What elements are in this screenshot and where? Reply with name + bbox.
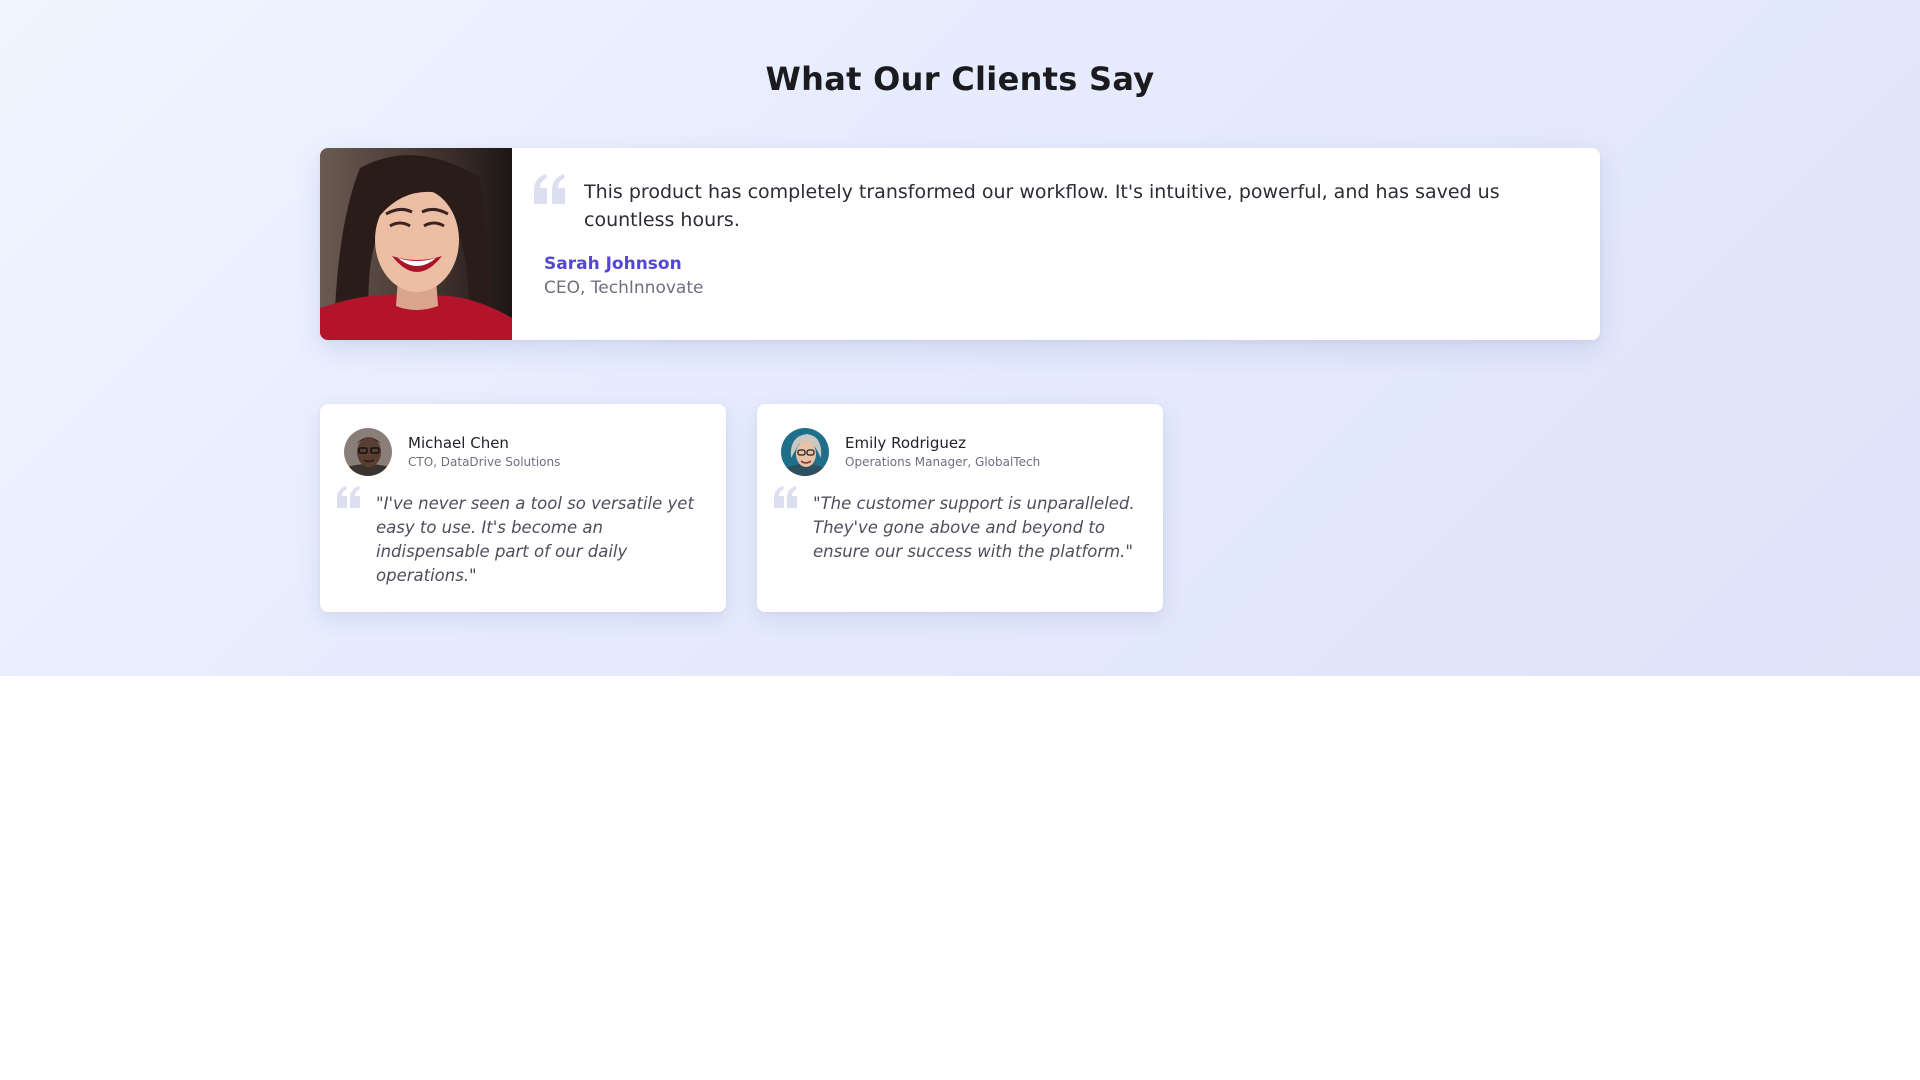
testimonial-card: Michael Chen CTO, DataDrive Solutions "I… bbox=[320, 404, 726, 612]
featured-testimonial-text: This product has completely transformed … bbox=[584, 181, 1500, 231]
featured-portrait-photo bbox=[320, 148, 512, 340]
card-author-name: Michael Chen bbox=[408, 434, 509, 452]
card-author-role: CTO, DataDrive Solutions bbox=[408, 455, 561, 469]
card-author-name: Emily Rodriguez bbox=[845, 434, 966, 452]
card-author-role: Operations Manager, GlobalTech bbox=[845, 455, 1041, 469]
page-title: What Our Clients Say bbox=[765, 60, 1155, 98]
featured-testimonial-card: This product has completely transformed … bbox=[320, 148, 1600, 340]
featured-author-role: CEO, TechInnovate bbox=[544, 278, 704, 298]
avatar bbox=[781, 428, 829, 476]
avatar bbox=[344, 428, 392, 476]
quote-icon bbox=[534, 174, 565, 204]
testimonial-card: Emily Rodriguez Operations Manager, Glob… bbox=[757, 404, 1163, 612]
card-quote-text: "I've never seen a tool so versatile yet… bbox=[376, 494, 694, 585]
featured-author-name: Sarah Johnson bbox=[544, 254, 682, 274]
quote-icon bbox=[337, 486, 360, 508]
card-quote-text: "The customer support is unparalleled. T… bbox=[813, 494, 1135, 561]
quote-icon bbox=[774, 486, 797, 508]
testimonials-section: What Our Clients Say This product has co… bbox=[0, 0, 1920, 676]
